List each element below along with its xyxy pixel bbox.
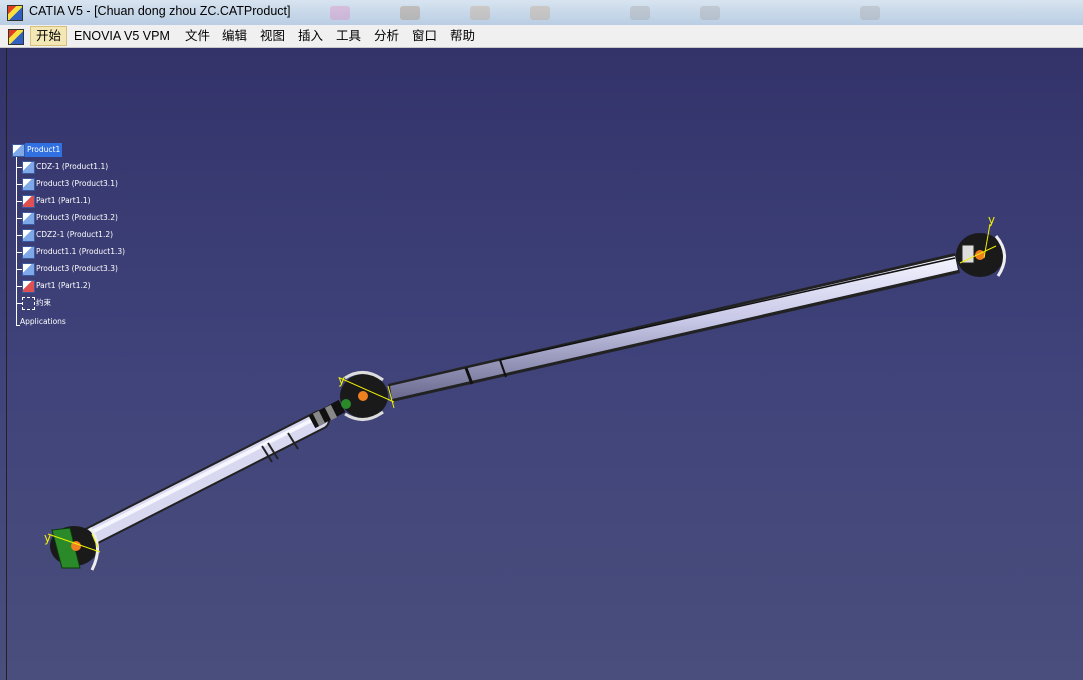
right-universal-joint[interactable] xyxy=(956,223,1006,277)
product-icon xyxy=(22,263,35,276)
product-icon xyxy=(22,161,35,174)
middle-universal-joint[interactable] xyxy=(339,371,395,421)
tree-connector xyxy=(16,303,22,304)
menu-window[interactable]: 窗口 xyxy=(407,27,442,45)
tree-node-label[interactable]: Product1 xyxy=(25,143,63,157)
background-window-icon xyxy=(530,6,550,20)
tree-connector xyxy=(16,167,22,168)
menu-file[interactable]: 文件 xyxy=(180,27,215,45)
product-icon xyxy=(22,212,35,225)
3d-viewport[interactable]: y y y Product1 CDZ-1 (Product1.1) Produc… xyxy=(0,48,1083,680)
axis-label-y-left: y xyxy=(44,531,51,545)
background-window-icon xyxy=(860,6,880,20)
product-icon xyxy=(22,178,35,191)
menu-view[interactable]: 视图 xyxy=(255,27,290,45)
menu-enovia[interactable]: ENOVIA V5 VPM xyxy=(69,27,175,45)
spline-coupling[interactable] xyxy=(308,399,346,429)
drive-shaft-model[interactable]: y y y xyxy=(0,48,1083,680)
tree-connector xyxy=(16,286,22,287)
product-icon xyxy=(12,144,25,157)
part-icon xyxy=(22,195,35,208)
background-window-icon xyxy=(400,6,420,20)
document-menu-icon[interactable] xyxy=(8,29,24,45)
tree-node-label[interactable]: Product3 (Product3.1) xyxy=(36,177,118,191)
upper-shaft[interactable] xyxy=(388,253,960,402)
menu-edit[interactable]: 编辑 xyxy=(217,27,252,45)
background-window-icon xyxy=(330,6,350,20)
constraint-icon xyxy=(22,297,35,310)
background-window-icon xyxy=(470,6,490,20)
background-window-icon xyxy=(700,6,720,20)
tree-node-label[interactable]: CDZ2-1 (Product1.2) xyxy=(36,228,113,242)
tree-node-label[interactable]: Part1 (Part1.1) xyxy=(36,194,91,208)
tree-node-label[interactable]: Product1.1 (Product1.3) xyxy=(36,245,125,259)
tree-connector xyxy=(16,269,22,270)
menu-help[interactable]: 帮助 xyxy=(445,27,480,45)
axis-label-y-middle: y xyxy=(338,373,345,387)
menu-insert[interactable]: 插入 xyxy=(293,27,328,45)
product-icon xyxy=(22,246,35,259)
tree-node-label[interactable]: 约束 xyxy=(36,296,51,310)
tree-connector xyxy=(16,318,17,325)
tree-connector xyxy=(16,252,22,253)
product-icon xyxy=(22,229,35,242)
tree-node-label[interactable]: CDZ-1 (Product1.1) xyxy=(36,160,108,174)
tree-connector xyxy=(16,235,22,236)
tree-connector xyxy=(16,184,22,185)
catia-logo-icon[interactable] xyxy=(7,5,23,21)
left-universal-joint[interactable] xyxy=(47,526,101,571)
menu-bar: 开始 ENOVIA V5 VPM 文件 编辑 视图 插入 工具 分析 窗口 帮助 xyxy=(0,25,1083,48)
menu-tools[interactable]: 工具 xyxy=(331,27,366,45)
tree-node-applications[interactable]: Applications xyxy=(20,317,66,326)
tree-connector xyxy=(16,153,17,323)
title-bar: CATIA V5 - [Chuan dong zhou ZC.CATProduc… xyxy=(0,0,1083,26)
menu-start[interactable]: 开始 xyxy=(30,26,68,46)
tree-connector xyxy=(16,201,22,202)
tree-node-label[interactable]: Part1 (Part1.2) xyxy=(36,279,91,293)
tree-node-label[interactable]: Product3 (Product3.3) xyxy=(36,262,118,276)
axis-label-y-right: y xyxy=(988,213,995,227)
window-title: CATIA V5 - [Chuan dong zhou ZC.CATProduc… xyxy=(29,4,291,18)
menu-analysis[interactable]: 分析 xyxy=(369,27,404,45)
part-icon xyxy=(22,280,35,293)
tree-connector xyxy=(16,218,22,219)
background-window-icon xyxy=(630,6,650,20)
lower-shaft[interactable] xyxy=(70,410,330,552)
tree-node-label[interactable]: Product3 (Product3.2) xyxy=(36,211,118,225)
